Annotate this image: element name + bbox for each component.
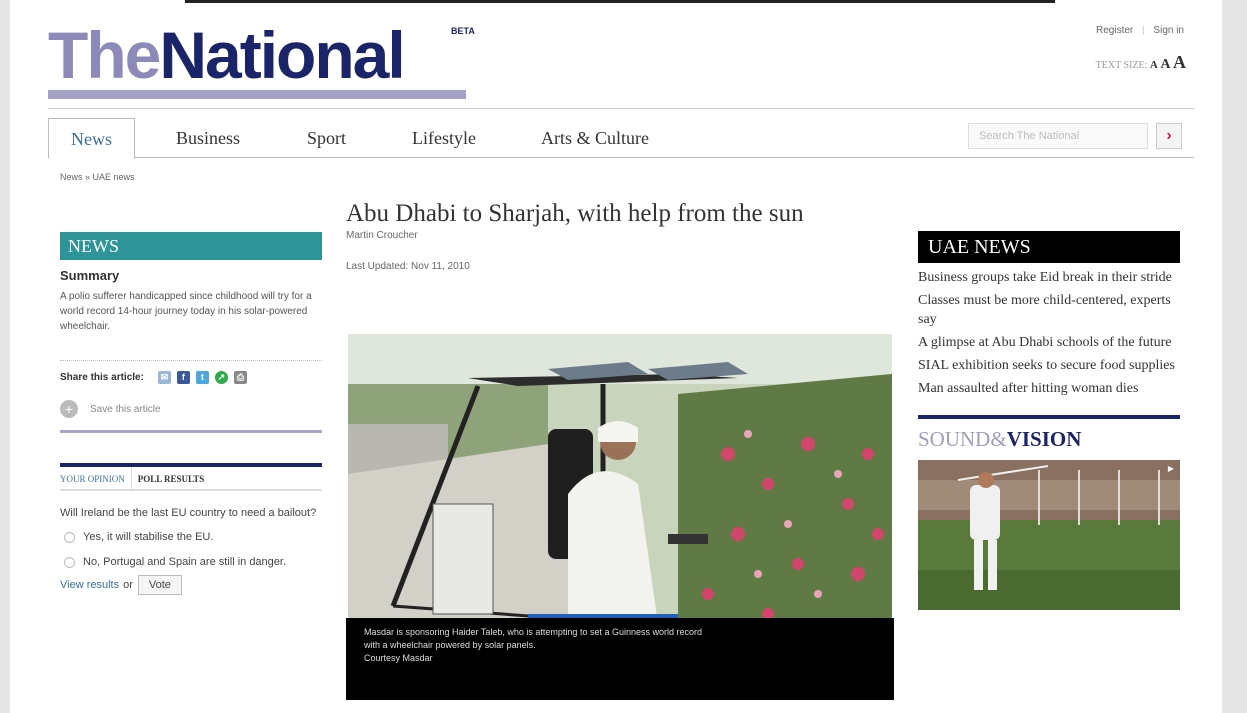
article-headline: Abu Dhabi to Sharjah, with help from the… <box>346 200 804 227</box>
facebook-icon[interactable]: f <box>176 371 190 384</box>
right-column: UAE NEWS Business groups take Eid break … <box>918 231 1180 610</box>
text-size-large[interactable]: A <box>1173 52 1186 72</box>
main-nav: News Business Sport Lifestyle Arts & Cul… <box>48 118 1194 159</box>
poll-widget: YOUR OPINION POLL RESULTS Will Ireland b… <box>60 463 322 595</box>
tab-your-opinion[interactable]: YOUR OPINION <box>60 467 132 489</box>
search-input[interactable]: Search The National <box>968 123 1148 149</box>
register-link[interactable]: Register <box>1096 25 1133 36</box>
view-results-link[interactable]: View results <box>60 579 119 591</box>
twitter-icon[interactable]: t <box>195 371 209 384</box>
tab-business[interactable]: Business <box>176 118 240 158</box>
text-size-control: TEXT SIZE: A A A <box>1096 52 1186 73</box>
news-link[interactable]: A glimpse at Abu Dhabi schools of the fu… <box>918 333 1180 352</box>
news-link[interactable]: Classes must be more child-centered, exp… <box>918 291 1180 329</box>
search-submit-button[interactable]: › <box>1156 123 1182 149</box>
video-thumbnail[interactable]: ▶ <box>918 460 1180 610</box>
tab-news[interactable]: News <box>48 118 135 159</box>
radio-button[interactable] <box>64 532 75 543</box>
golfer-thumbnail <box>918 460 1180 610</box>
article-author[interactable]: Martin Croucher <box>346 230 906 241</box>
sign-in-link[interactable]: Sign in <box>1153 25 1184 36</box>
vote-button[interactable]: Vote <box>137 575 182 595</box>
save-label: Save this article <box>90 403 161 415</box>
photo-caption: Masdar is sponsoring Haider Taleb, who i… <box>346 618 894 700</box>
uae-news-list: Business groups take Eid break in their … <box>918 268 1180 398</box>
play-icon[interactable]: ▶ <box>1168 464 1174 473</box>
news-link[interactable]: SIAL exhibition seeks to secure food sup… <box>918 356 1180 375</box>
logo-underline <box>48 90 466 99</box>
text-size-small[interactable]: A <box>1150 59 1158 71</box>
sound-vision-rule <box>918 415 1180 419</box>
tab-arts-culture[interactable]: Arts & Culture <box>541 118 649 158</box>
tab-sport[interactable]: Sport <box>307 118 346 158</box>
email-icon[interactable]: ✉ <box>157 371 171 384</box>
radio-button[interactable] <box>64 557 75 568</box>
chevron-right-icon: › <box>1166 127 1172 144</box>
left-column: NEWS Summary A polio sufferer handicappe… <box>60 232 322 595</box>
divider <box>60 360 322 361</box>
print-icon[interactable]: ⎙ <box>233 371 247 384</box>
article: Abu Dhabi to Sharjah, with help from the… <box>346 198 906 700</box>
save-article-button[interactable]: + Save this article <box>60 400 322 433</box>
news-link[interactable]: Business groups take Eid break in their … <box>918 268 1180 287</box>
section-heading-news: NEWS <box>60 232 322 260</box>
poll-question: Will Ireland be the last EU country to n… <box>60 507 317 519</box>
share-label: Share this article: <box>60 372 144 383</box>
text-size-label: TEXT SIZE: <box>1095 60 1148 71</box>
plus-icon: + <box>60 400 78 418</box>
summary-title: Summary <box>60 268 120 283</box>
nav-divider <box>48 108 1194 109</box>
page: TheNational BETA Register | Sign in TEXT… <box>10 0 1222 713</box>
article-updated: Last Updated: Nov 11, 2010 <box>346 261 470 272</box>
share-icon[interactable]: ↗ <box>214 371 228 384</box>
poll-option-yes[interactable]: Yes, it will stabilise the EU. <box>60 529 322 546</box>
account-links: Register | Sign in <box>1096 25 1184 36</box>
logo-national: National <box>159 18 405 92</box>
tab-poll-results[interactable]: POLL RESULTS <box>132 467 204 489</box>
section-heading-uae-news: UAE NEWS <box>918 231 1180 263</box>
breadcrumb[interactable]: News » UAE news <box>60 172 135 182</box>
logo-beta-badge: BETA <box>451 26 475 36</box>
site-logo[interactable]: TheNational BETA <box>48 22 475 100</box>
summary-text: A polio sufferer handicapped since child… <box>60 291 312 332</box>
text-size-medium[interactable]: A <box>1160 57 1170 72</box>
or-text: or <box>123 579 133 591</box>
poll-option-no[interactable]: No, Portugal and Spain are still in dang… <box>60 554 322 571</box>
logo-the: The <box>48 18 161 92</box>
sound-vision-heading: SOUND&VISION <box>918 427 1082 451</box>
top-rule <box>185 0 1055 3</box>
share-bar: Share this article: ✉ f t ↗ ⎙ <box>60 371 322 384</box>
news-link[interactable]: Man assaulted after hitting woman dies <box>918 379 1180 398</box>
tab-lifestyle[interactable]: Lifestyle <box>412 118 476 158</box>
